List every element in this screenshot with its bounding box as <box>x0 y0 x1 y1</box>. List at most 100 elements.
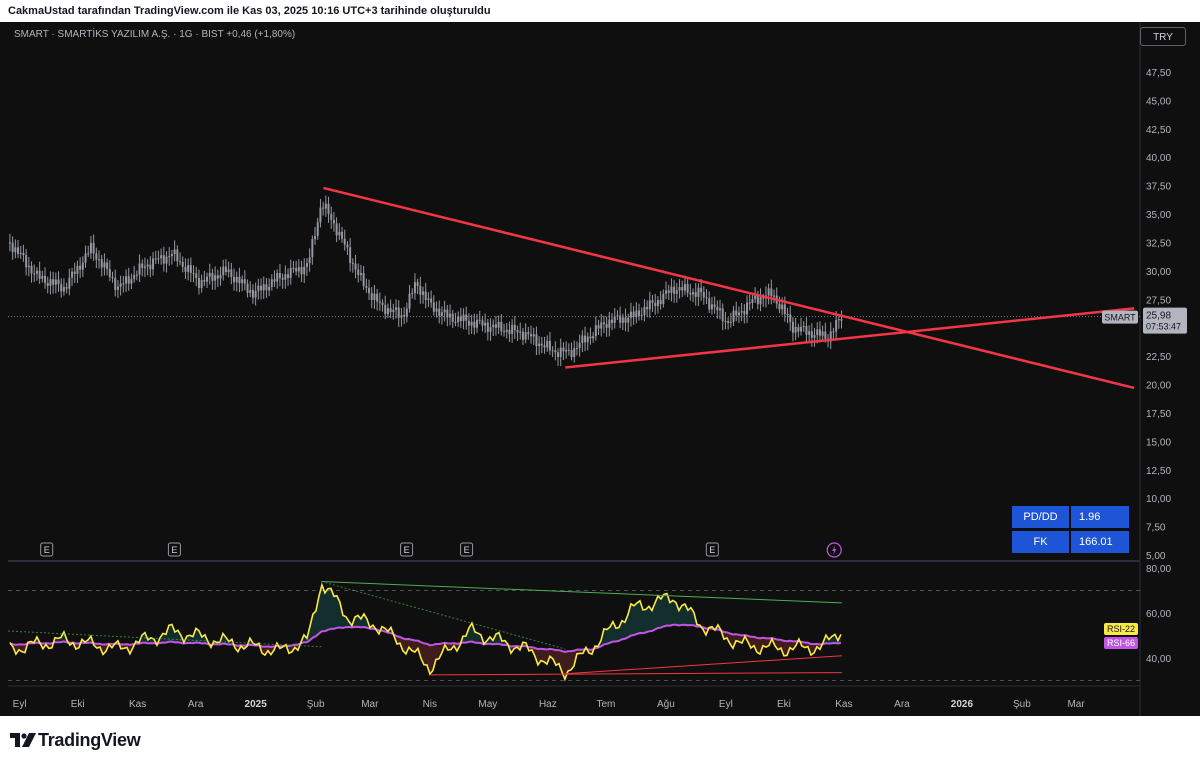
candle-body <box>19 252 22 254</box>
candle-body <box>708 298 711 310</box>
candle-body <box>408 293 411 309</box>
candle-body <box>737 312 740 316</box>
candle-body <box>14 247 17 253</box>
candle-body <box>435 308 438 312</box>
candle-body <box>810 331 813 338</box>
rsi-fill <box>642 609 646 634</box>
candle-body <box>689 292 692 295</box>
candle-body <box>395 307 398 310</box>
candle-body <box>837 319 840 321</box>
candle-body <box>608 319 611 328</box>
rsi-tick-label: 60,00 <box>1146 609 1171 620</box>
candle-body <box>670 286 673 293</box>
time-tick-label: Mar <box>1067 699 1085 710</box>
candle-body <box>33 273 36 275</box>
candle-body <box>524 332 527 340</box>
countdown-label: 07:53:47 <box>1146 322 1181 332</box>
candle-body <box>378 301 381 303</box>
candle-body <box>251 289 254 298</box>
candle-body <box>613 316 616 323</box>
candle-body <box>327 203 330 214</box>
candle-body <box>505 329 508 332</box>
candle-body <box>206 276 209 282</box>
candle-body <box>203 279 206 282</box>
candle-body <box>818 329 821 336</box>
rsi-fill <box>645 606 649 633</box>
candle-body <box>667 290 670 293</box>
rsi-fill <box>621 620 625 640</box>
candle-body <box>716 306 719 311</box>
candle-body <box>200 279 203 289</box>
candle-body <box>605 324 608 328</box>
candle-body <box>297 267 300 272</box>
time-tick-label: Şub <box>1013 699 1031 710</box>
candle-body <box>41 275 44 279</box>
price-tick-label: 15,00 <box>1146 437 1171 448</box>
candle-body <box>783 304 786 314</box>
rsi-tick-label: 80,00 <box>1146 564 1171 575</box>
rsi-fill <box>540 648 544 662</box>
candle-body <box>465 314 468 321</box>
candle-body <box>311 239 314 258</box>
candle-body <box>808 331 811 335</box>
rsi-fill <box>327 588 331 630</box>
candle-body <box>797 327 800 332</box>
candle-body <box>265 284 268 291</box>
candle-body <box>651 300 654 303</box>
candle-body <box>748 302 751 304</box>
candle-body <box>643 306 646 316</box>
price-tick-label: 27,50 <box>1146 295 1171 306</box>
candle-body <box>573 348 576 357</box>
candle-body <box>594 325 597 337</box>
candle-body <box>559 347 562 357</box>
price-trendlines <box>323 186 1135 390</box>
candle-body <box>305 263 308 267</box>
candle-body <box>330 213 333 220</box>
candle-body <box>727 321 730 323</box>
candle-body <box>189 265 192 273</box>
candle-body <box>454 321 457 323</box>
candle-body <box>635 310 638 317</box>
price-tick-label: 12,50 <box>1146 466 1171 477</box>
candle-body <box>308 257 311 264</box>
candle-body <box>530 334 533 337</box>
chart-canvas[interactable]: 47,50 45,00 42,50 40,00 37,50 35,00 32,50 30,00… <box>0 0 1200 716</box>
candle-body <box>492 324 495 328</box>
currency-button[interactable]: TRY <box>1140 27 1186 46</box>
fundamental-pe: FK 166.01 <box>1012 531 1129 553</box>
rsi-fill <box>783 640 787 656</box>
candle-body <box>551 350 554 352</box>
candle-body <box>457 316 460 323</box>
rsi-fill <box>333 595 337 629</box>
candle-body <box>149 264 152 270</box>
candle-body <box>443 309 446 313</box>
candle-body <box>611 319 614 323</box>
candle-body <box>462 314 465 322</box>
candle-body <box>60 284 63 292</box>
candle-body <box>373 293 376 300</box>
candle-body <box>238 276 241 284</box>
candle-body <box>300 267 303 275</box>
rsi-22-line <box>9 582 842 682</box>
candle-body <box>46 282 49 286</box>
candle-body <box>386 308 389 315</box>
candle-body <box>665 290 668 294</box>
candle-body <box>84 253 87 263</box>
candle-body <box>486 322 489 332</box>
rsi-fill <box>663 593 667 627</box>
candle-body <box>575 348 578 350</box>
candle-body <box>270 279 273 287</box>
candle-body <box>527 332 530 335</box>
candle-body <box>76 265 79 274</box>
price-tick-label: 10,00 <box>1146 494 1171 505</box>
candle-body <box>656 300 659 307</box>
candle-body <box>802 325 805 327</box>
candle-body <box>516 330 519 333</box>
candle-body <box>659 300 662 304</box>
candle-body <box>519 331 522 333</box>
earnings-marker-label: E <box>171 545 177 555</box>
candle-body <box>192 272 195 274</box>
candle-body <box>424 291 427 300</box>
candle-body <box>219 275 222 279</box>
price-tick-label: 40,00 <box>1146 153 1171 164</box>
